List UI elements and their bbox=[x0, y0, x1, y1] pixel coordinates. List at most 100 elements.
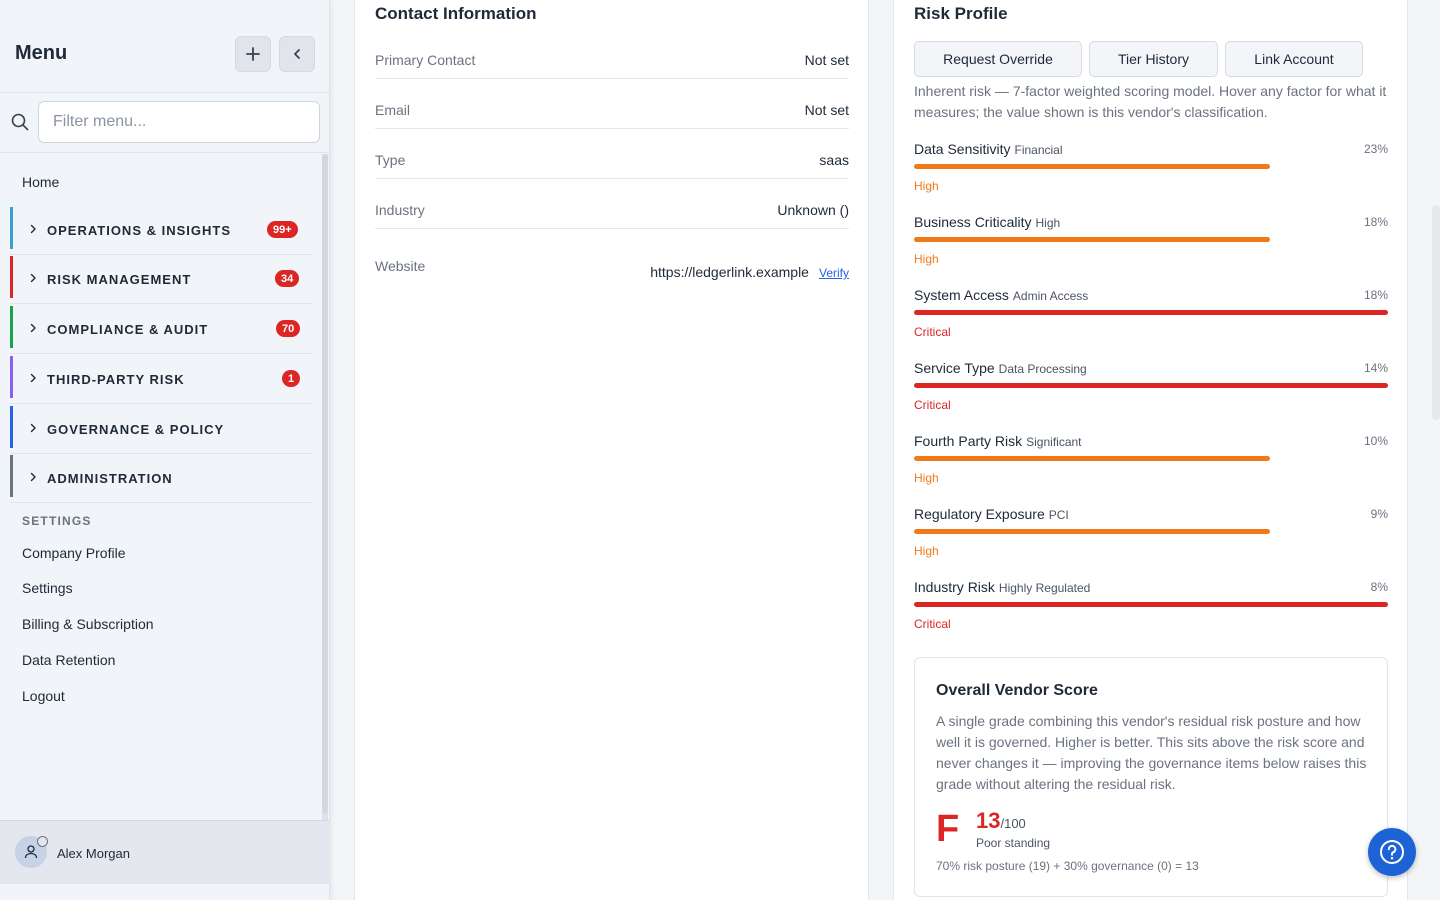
sidebar-item-logout[interactable]: Logout bbox=[22, 688, 65, 704]
sidebar-item-settings[interactable]: Settings bbox=[22, 580, 73, 596]
factor-weight: 9% bbox=[1370, 507, 1388, 521]
factor-title: Business Criticality bbox=[914, 214, 1032, 230]
factor-name: Service Type Data Processing bbox=[914, 360, 1087, 376]
sidebar-item-billing[interactable]: Billing & Subscription bbox=[22, 616, 154, 632]
factor-level: Critical bbox=[914, 398, 951, 412]
factor-classification: High bbox=[1035, 216, 1061, 230]
factor-name: Industry Risk Highly Regulated bbox=[914, 579, 1090, 595]
sidebar-item-company-profile[interactable]: Company Profile bbox=[22, 545, 126, 561]
field-value: Not set bbox=[804, 52, 849, 68]
group-accent-bar bbox=[10, 356, 13, 398]
risk-factor[interactable]: Business Criticality High 18% High bbox=[914, 214, 1388, 284]
contact-row-website: Website https://ledgerlink.example Verify bbox=[375, 257, 849, 287]
sidebar-item-home[interactable]: Home bbox=[22, 174, 59, 190]
sidebar-item-data-retention[interactable]: Data Retention bbox=[22, 652, 115, 668]
field-value: Unknown () bbox=[777, 202, 849, 218]
count-badge: 70 bbox=[276, 320, 301, 337]
user-name: Alex Morgan bbox=[57, 846, 130, 861]
chevron-left-icon bbox=[294, 49, 300, 59]
risk-factor[interactable]: System Access Admin Access 18% Critical bbox=[914, 287, 1388, 357]
factor-level: Critical bbox=[914, 325, 951, 339]
contact-information-panel: Contact Information Primary Contact Not … bbox=[354, 0, 869, 900]
risk-factor[interactable]: Service Type Data Processing 14% Critical bbox=[914, 360, 1388, 430]
contact-row-type: Type saas bbox=[375, 151, 849, 179]
risk-description: Inherent risk — 7-factor weighted scorin… bbox=[914, 83, 1387, 120]
score-description: A single grade combining this vendor's r… bbox=[936, 713, 1367, 792]
chevron-right-icon bbox=[30, 373, 36, 383]
factor-bar bbox=[914, 237, 1270, 242]
user-bar[interactable]: Alex Morgan bbox=[0, 820, 330, 884]
link-account-button[interactable]: Link Account bbox=[1225, 41, 1363, 77]
field-value: Not set bbox=[804, 102, 849, 118]
page-scrollbar[interactable] bbox=[1432, 205, 1440, 420]
contact-title: Contact Information bbox=[375, 4, 537, 23]
request-override-button[interactable]: Request Override bbox=[914, 41, 1082, 77]
score-value: 13 bbox=[976, 808, 1001, 833]
factor-bar-track bbox=[914, 383, 1388, 388]
factor-bar bbox=[914, 164, 1270, 169]
factor-bar-track bbox=[914, 456, 1388, 461]
tier-history-button[interactable]: Tier History bbox=[1089, 41, 1218, 77]
sidebar-group-administration[interactable]: ADMINISTRATION bbox=[10, 455, 312, 503]
risk-factor[interactable]: Data Sensitivity Financial 23% High bbox=[914, 141, 1388, 211]
score-denominator: /100 bbox=[1000, 816, 1026, 831]
factor-weight: 18% bbox=[1363, 215, 1388, 229]
sidebar-group-operations-insights[interactable]: OPERATIONS & INSIGHTS 99+ bbox=[10, 207, 312, 255]
factor-bar-track bbox=[914, 164, 1388, 169]
factor-bar bbox=[914, 310, 1388, 315]
contact-row-email: Email Not set bbox=[375, 101, 849, 129]
factor-title: Data Sensitivity bbox=[914, 141, 1011, 157]
factor-classification: Admin Access bbox=[1012, 289, 1089, 303]
filter-menu-input[interactable] bbox=[38, 101, 320, 143]
factor-bar bbox=[914, 529, 1270, 534]
search-row bbox=[0, 93, 330, 153]
sidebar-group-third-party-risk[interactable]: THIRD-PARTY RISK 1 bbox=[10, 356, 312, 404]
factor-title: Fourth Party Risk bbox=[914, 433, 1023, 449]
website-url: https://ledgerlink.example bbox=[650, 264, 809, 280]
count-badge: 99+ bbox=[267, 221, 298, 238]
search-icon bbox=[11, 113, 29, 131]
factor-level: Critical bbox=[914, 617, 951, 631]
count-badge: 1 bbox=[282, 370, 301, 387]
chevron-right-icon bbox=[30, 472, 36, 482]
risk-factor[interactable]: Industry Risk Highly Regulated 8% Critica… bbox=[914, 579, 1388, 649]
factor-title: System Access bbox=[914, 287, 1009, 303]
scrollbar-thumb[interactable] bbox=[322, 154, 328, 814]
sidebar-group-governance-policy[interactable]: GOVERNANCE & POLICY bbox=[10, 406, 312, 454]
chevron-right-icon bbox=[30, 224, 36, 234]
sidebar: Menu Home OPERATIONS & INSIGHTS 99+ RISK… bbox=[0, 0, 330, 900]
contact-row-industry: Industry Unknown () bbox=[375, 201, 849, 229]
group-label: ADMINISTRATION bbox=[47, 471, 173, 486]
factor-bar bbox=[914, 456, 1270, 461]
verify-link[interactable]: Verify bbox=[819, 266, 849, 280]
help-button[interactable] bbox=[1368, 828, 1416, 876]
factor-weight: 8% bbox=[1370, 580, 1388, 594]
contact-row-primary: Primary Contact Not set bbox=[375, 51, 849, 79]
collapse-sidebar-button[interactable] bbox=[279, 36, 315, 72]
factor-weight: 14% bbox=[1363, 361, 1388, 375]
factor-level: High bbox=[914, 252, 939, 266]
risk-factor[interactable]: Regulatory Exposure PCI 9% High bbox=[914, 506, 1388, 576]
sidebar-scrollbar[interactable] bbox=[322, 154, 328, 820]
user-icon bbox=[24, 845, 38, 859]
risk-factor[interactable]: Fourth Party Risk Significant 10% High bbox=[914, 433, 1388, 503]
group-label: RISK MANAGEMENT bbox=[47, 272, 192, 287]
add-button[interactable] bbox=[235, 36, 271, 72]
factor-classification: Significant bbox=[1026, 435, 1082, 449]
plus-icon bbox=[246, 47, 260, 61]
settings-gear-icon bbox=[37, 836, 48, 847]
risk-profile-panel: Risk Profile Request Override Tier Histo… bbox=[893, 0, 1408, 900]
chevron-right-icon bbox=[30, 423, 36, 433]
sidebar-group-compliance-audit[interactable]: COMPLIANCE & AUDIT 70 bbox=[10, 306, 312, 354]
group-label: OPERATIONS & INSIGHTS bbox=[47, 223, 231, 238]
score-title: Overall Vendor Score bbox=[936, 682, 1098, 699]
group-accent-bar bbox=[10, 207, 13, 249]
score-value-group: 13/100 bbox=[976, 808, 1026, 834]
factor-bar-track bbox=[914, 237, 1388, 242]
factor-level: High bbox=[914, 179, 939, 193]
field-value: saas bbox=[819, 152, 849, 168]
group-accent-bar bbox=[10, 256, 13, 298]
sidebar-group-risk-management[interactable]: RISK MANAGEMENT 34 bbox=[10, 256, 312, 304]
count-badge: 34 bbox=[275, 270, 300, 287]
menu-title: Menu bbox=[15, 42, 68, 64]
